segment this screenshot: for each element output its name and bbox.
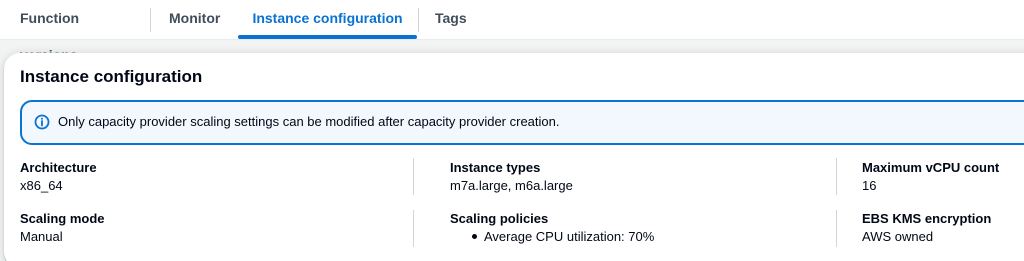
info-alert: Only capacity provider scaling settings … [20,100,1024,145]
active-tab-indicator [238,35,417,39]
max-vcpu-label: Maximum vCPU count [862,160,1000,175]
scaling-mode-label: Scaling mode [20,211,105,226]
instance-types-value: m7a.large, m6a.large [450,178,573,193]
bullet-icon [472,234,477,239]
scaling-mode-value: Manual [20,229,63,244]
column-divider [413,210,414,247]
instance-configuration-panel: Instance configuration Only capacity pro… [4,53,1024,261]
scaling-policy-item: Average CPU utilization: 70% [484,229,655,244]
architecture-label: Architecture [20,160,97,175]
column-divider [836,158,837,195]
tab-divider [150,8,151,32]
tab-bar: Function versions Monitor Instance confi… [0,0,1024,63]
scaling-policies-label: Scaling policies [450,211,549,226]
instance-types-label: Instance types [450,160,541,175]
tab-monitor[interactable]: Monitor [169,0,221,38]
column-divider [836,210,837,247]
tab-tags[interactable]: Tags [435,0,467,38]
tab-instance-configuration[interactable]: Instance configuration [238,0,417,38]
max-vcpu-value: 16 [862,178,877,193]
panel-title: Instance configuration [20,67,203,86]
info-icon [34,114,50,130]
tab-divider [418,8,419,32]
alert-message: Only capacity provider scaling settings … [58,114,560,129]
ebs-kms-encryption-label: EBS KMS encryption [862,211,992,226]
architecture-value: x86_64 [20,178,63,193]
ebs-kms-encryption-value: AWS owned [862,229,934,244]
tab-function-versions[interactable]: Function versions [20,0,134,63]
column-divider [413,158,414,195]
